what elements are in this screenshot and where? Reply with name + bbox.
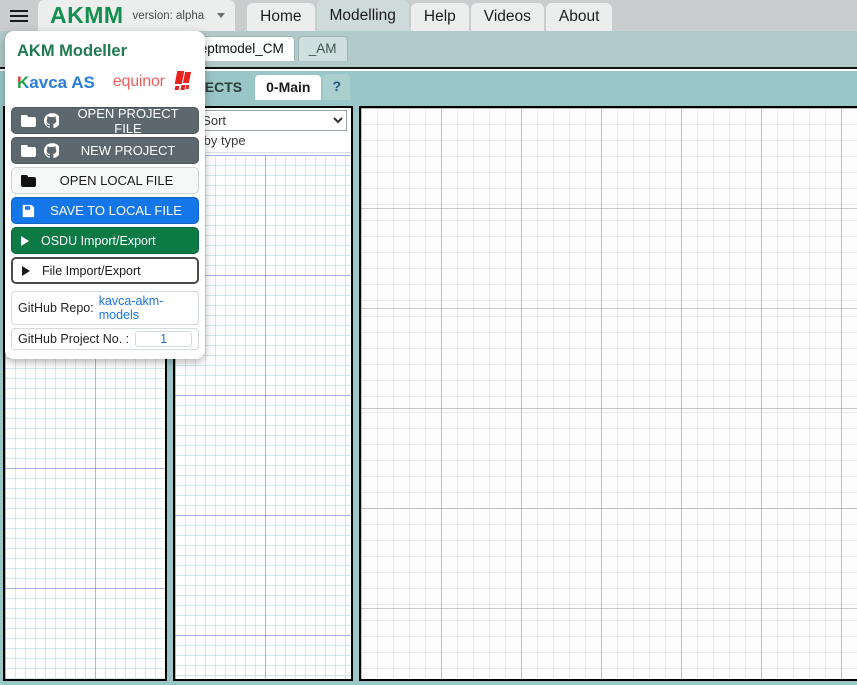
triangle-right-icon: [22, 265, 30, 276]
triangle-right-icon: [21, 235, 29, 246]
github-repo-link[interactable]: kavca-akm-models: [99, 294, 192, 322]
open-project-file-button[interactable]: OPEN PROJECT FILE: [11, 105, 199, 136]
save-to-local-file-label: SAVE TO LOCAL FILE: [50, 203, 182, 218]
open-project-file-label: OPEN PROJECT FILE: [77, 105, 179, 136]
osdu-import-export-label: OSDU Import/Export: [41, 233, 156, 248]
folder-icon: [21, 144, 36, 157]
open-local-file-button[interactable]: OPEN LOCAL FILE: [11, 167, 199, 194]
kavca-logo-text: avca AS: [29, 72, 95, 92]
app-logo-text: AKMM: [50, 2, 124, 28]
osdu-import-export-button[interactable]: OSDU Import/Export: [11, 227, 199, 254]
app-root: AKMM version: alpha Home Modelling Help …: [0, 0, 857, 685]
brand-block: AKMM version: alpha: [38, 0, 236, 31]
save-to-local-file-button[interactable]: SAVE TO LOCAL FILE: [11, 197, 199, 224]
diagram-canvas[interactable]: [361, 108, 857, 679]
diagram-canvas-panel[interactable]: [359, 106, 857, 681]
akm-modeller-menu-panel: AKM Modeller Kavca AS equinor OPEN PROJE…: [5, 31, 205, 359]
hamburger-bar: [10, 19, 28, 22]
tab-home[interactable]: Home: [247, 3, 315, 31]
new-project-button[interactable]: NEW PROJECT: [11, 137, 199, 164]
version-label: version: alpha: [132, 9, 205, 22]
new-project-label: NEW PROJECT: [80, 143, 176, 158]
doc-tab-am[interactable]: _AM: [297, 36, 348, 61]
github-project-no-label: GitHub Project No. :: [18, 332, 130, 346]
equinor-star-icon: [168, 71, 192, 93]
github-icon: [43, 143, 61, 159]
tab-about[interactable]: About: [545, 3, 613, 31]
hamburger-bar: [10, 9, 28, 12]
tab-videos[interactable]: Videos: [470, 3, 544, 31]
github-info-block: GitHub Repo: kavca-akm-models GitHub Pro…: [5, 289, 205, 350]
github-icon: [43, 113, 61, 129]
partner-logos: Kavca AS equinor: [5, 69, 205, 105]
github-repo-row: GitHub Repo: kavca-akm-models: [11, 291, 199, 325]
chevron-down-icon[interactable]: [213, 5, 229, 27]
kavca-logo-initial: K: [17, 72, 30, 92]
menu-panel-buttons: OPEN PROJECT FILE NEW PROJECT OPEN LOCAL…: [5, 105, 205, 289]
folder-icon: [21, 114, 36, 127]
hamburger-bar: [10, 14, 28, 17]
kavca-logo: Kavca AS: [17, 74, 95, 91]
open-local-file-label: OPEN LOCAL FILE: [59, 173, 174, 188]
github-project-no-value[interactable]: 1: [135, 331, 192, 347]
main-nav-tabs: Home Modelling Help Videos About: [247, 0, 614, 31]
project-tabs: JECTS 0-Main ?: [186, 74, 352, 100]
github-project-no-row: GitHub Project No. : 1: [11, 328, 199, 350]
menu-panel-title: AKM Modeller: [17, 42, 128, 60]
file-import-export-button[interactable]: File Import/Export: [11, 257, 199, 284]
document-tabs: ceptmodel_CM _AM: [182, 36, 351, 61]
top-navigation-bar: AKMM version: alpha Home Modelling Help …: [0, 0, 857, 31]
file-import-export-label: File Import/Export: [42, 263, 141, 278]
github-repo-label: GitHub Repo:: [18, 301, 94, 315]
help-question-icon[interactable]: ?: [323, 74, 351, 100]
tab-help[interactable]: Help: [410, 3, 469, 31]
tab-modelling[interactable]: Modelling: [316, 0, 409, 31]
folder-icon: [21, 174, 36, 187]
save-icon: [21, 204, 35, 218]
equinor-logo: equinor: [113, 71, 192, 93]
hamburger-menu-icon[interactable]: [0, 0, 38, 31]
equinor-logo-text: equinor: [112, 73, 165, 90]
project-tab-0-main[interactable]: 0-Main: [255, 75, 322, 100]
